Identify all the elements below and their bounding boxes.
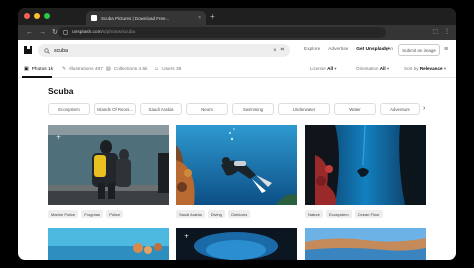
browser-window: Scuba Pictures | Download Free... × + ← … <box>18 8 456 260</box>
photo-divers-dock[interactable]: + <box>48 125 169 205</box>
chevron-right-icon[interactable]: › <box>423 104 425 113</box>
nav-link-advertise[interactable]: Advertise <box>328 47 348 52</box>
extensions-icon[interactable]: ⬚ <box>432 28 438 37</box>
address-bar[interactable]: unsplash.com/s/photos/scuba <box>58 27 386 38</box>
site-info-icon[interactable] <box>63 30 68 35</box>
site-header: scuba × ⌗ Explore Advertise Get Unsplash… <box>18 40 456 61</box>
tag-police[interactable]: Police <box>106 210 124 218</box>
tab-photos-label: Photos 1k <box>31 66 54 72</box>
user-icon: ☺ <box>154 66 160 72</box>
tab-users-label: Users 38 <box>162 66 182 72</box>
maximize-window-button[interactable] <box>44 13 50 19</box>
tag-outdoors[interactable]: Outdoors <box>227 210 251 218</box>
search-type-nav: ▣ Photos 1k ✎ Illustrations 487 ▤ Collectio… <box>18 61 456 78</box>
minimize-window-button[interactable] <box>34 13 40 19</box>
chip-underwater[interactable]: Underwater <box>278 103 330 115</box>
browser-tab[interactable]: Scuba Pictures | Download Free... × <box>86 11 206 25</box>
tag-ocean-floor[interactable]: Ocean Floor <box>354 210 383 218</box>
search-bar[interactable]: scuba × ⌗ <box>38 44 290 57</box>
reload-icon[interactable]: ↻ <box>52 28 58 37</box>
hamburger-menu-icon[interactable]: ≡ <box>444 46 448 54</box>
svg-text:+: + <box>184 233 189 240</box>
chip-adventure[interactable]: Adventure <box>380 103 420 115</box>
forward-icon[interactable]: → <box>39 28 46 37</box>
visual-search-icon[interactable]: ⌗ <box>281 47 284 54</box>
collection-icon: ▤ <box>106 66 111 72</box>
tab-collections[interactable]: ▤ Collections 4.5k <box>106 66 148 72</box>
tag-marine-police[interactable]: Marine Police <box>48 210 79 218</box>
unsplash-logo-icon[interactable] <box>24 46 32 54</box>
chip-swimming[interactable]: Swimming <box>232 103 274 115</box>
photo-cave[interactable]: + <box>176 228 297 260</box>
page-title: Scuba <box>48 86 74 96</box>
photo-diver-reef[interactable] <box>176 125 297 205</box>
tab-users[interactable]: ☺ Users 38 <box>154 66 181 72</box>
tab-illustrations-label: Illustrations 487 <box>69 66 103 72</box>
tag-diving[interactable]: Diving <box>207 210 225 218</box>
divers-photo-image: + <box>48 125 169 205</box>
svg-text:+: + <box>56 134 61 141</box>
chip-ecosystem[interactable]: Ecosystem <box>48 103 90 115</box>
tag-nature[interactable]: Nature <box>305 210 324 218</box>
diver-reef-photo-image <box>176 125 297 205</box>
photo-tags: Nature Ecosystem Ocean Floor <box>305 210 383 218</box>
tab-bar: Scuba Pictures | Download Free... × + <box>18 8 456 25</box>
sort-filter[interactable]: Sort by Relevance ▾ <box>404 66 446 72</box>
submit-image-button[interactable]: Submit an image <box>398 44 440 56</box>
browser-menu-icon[interactable]: ⋮ <box>444 28 450 37</box>
cave-photo-image: + <box>176 228 297 260</box>
orientation-filter[interactable]: Orientation All ▾ <box>356 66 389 72</box>
tab-photos[interactable]: ▣ Photos 1k <box>24 66 53 72</box>
chip-saudi-arabia[interactable]: Saudi Arabia <box>140 103 182 115</box>
url-path: /s/photos/scuba <box>101 30 136 35</box>
photo-tags: Saudi Arabia Diving Outdoors <box>176 210 251 218</box>
tag-frogman[interactable]: Frogman <box>81 210 104 218</box>
deep-reef-photo-image <box>305 125 426 205</box>
browser-toolbar: ← → ↻ unsplash.com/s/photos/scuba ⬚ ⋮ <box>18 25 456 40</box>
photo-tags: Marine Police Frogman Police <box>48 210 124 218</box>
search-icon <box>44 47 50 54</box>
photo-deep-reef[interactable] <box>305 125 426 205</box>
page-content: scuba × ⌗ Explore Advertise Get Unsplash… <box>18 40 456 260</box>
login-link[interactable]: Log in <box>380 47 393 52</box>
back-icon[interactable]: ← <box>26 28 33 37</box>
chip-islands[interactable]: Islands Of Reoni... <box>94 103 136 115</box>
license-filter[interactable]: License All ▾ <box>310 66 337 72</box>
coral-photo-image <box>48 228 169 260</box>
search-input[interactable]: scuba <box>54 48 269 54</box>
url-domain: unsplash.com <box>72 30 102 35</box>
unsplash-favicon-icon <box>91 15 97 21</box>
photo-icon: ▣ <box>24 66 29 72</box>
window-controls <box>24 13 50 19</box>
url-text: unsplash.com/s/photos/scuba <box>72 30 135 35</box>
photo-coral-reef[interactable] <box>48 228 169 260</box>
photo-surface[interactable] <box>305 228 426 260</box>
tag-saudi-arabia[interactable]: Saudi Arabia <box>176 210 205 218</box>
active-tab-indicator <box>22 76 52 78</box>
pen-icon: ✎ <box>62 66 67 72</box>
clear-search-icon[interactable]: × <box>273 48 277 54</box>
tab-title: Scuba Pictures | Download Free... <box>101 15 170 21</box>
chip-water[interactable]: Water <box>334 103 376 115</box>
surface-photo-image <box>305 228 426 260</box>
new-tab-button[interactable]: + <box>210 12 215 21</box>
tab-collections-label: Collections 4.5k <box>113 66 148 72</box>
close-window-button[interactable] <box>24 13 30 19</box>
chip-neom[interactable]: Neom <box>186 103 228 115</box>
tab-close-icon[interactable]: × <box>198 15 201 21</box>
tab-illustrations[interactable]: ✎ Illustrations 487 <box>62 66 103 72</box>
tag-ecosystem[interactable]: Ecosystem <box>326 210 352 218</box>
nav-link-explore[interactable]: Explore <box>304 47 320 52</box>
